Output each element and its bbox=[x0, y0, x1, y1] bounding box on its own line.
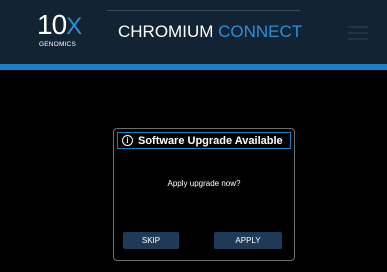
header-divider bbox=[107, 10, 300, 11]
dialog-title: Software Upgrade Available bbox=[138, 135, 283, 147]
app-title-accent: CONNECT bbox=[218, 22, 303, 41]
logo-main-text: 10 bbox=[37, 9, 67, 40]
logo-subtext: GENOMICS bbox=[39, 41, 76, 48]
hamburger-menu-icon[interactable] bbox=[348, 25, 368, 41]
dialog-message: Apply upgrade now? bbox=[167, 179, 241, 188]
10x-genomics-logo: 10X GENOMICS bbox=[37, 11, 97, 55]
logo-x-mark: X bbox=[66, 13, 82, 40]
apply-button[interactable]: APPLY bbox=[214, 232, 282, 249]
app-title-primary: CHROMIUM bbox=[118, 22, 214, 41]
header-accent-bar bbox=[0, 64, 387, 70]
app-header: 10X GENOMICS CHROMIUM CONNECT bbox=[0, 0, 387, 64]
skip-button[interactable]: SKIP bbox=[123, 232, 179, 249]
software-upgrade-dialog: i Software Upgrade Available Apply upgra… bbox=[113, 128, 295, 261]
app-title: CHROMIUM CONNECT bbox=[118, 22, 302, 42]
dialog-header: i Software Upgrade Available bbox=[117, 132, 291, 149]
info-icon: i bbox=[122, 135, 133, 146]
